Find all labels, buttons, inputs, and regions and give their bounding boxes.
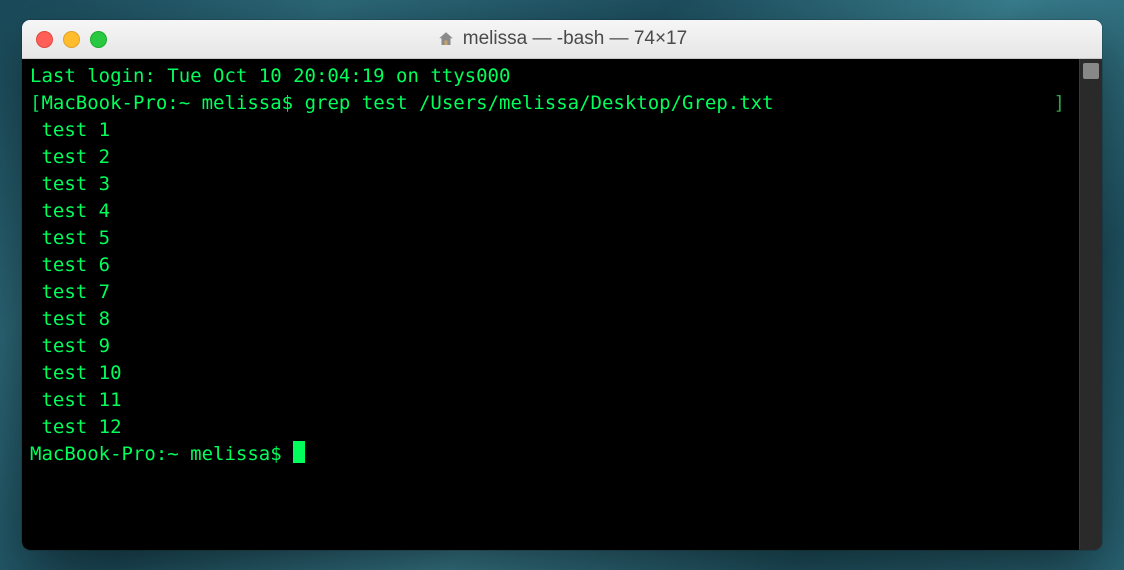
traffic-lights [22,31,107,48]
command-line: [MacBook-Pro:~ melissa$ grep test /Users… [30,90,1071,117]
output-line: test 12 [30,416,122,438]
output-line: test 9 [30,335,110,357]
current-prompt: MacBook-Pro:~ melissa$ [30,443,293,465]
last-login-line: Last login: Tue Oct 10 20:04:19 on ttys0… [30,65,510,87]
scroll-indicator-icon[interactable] [1083,63,1099,79]
output-line: test 1 [30,119,110,141]
output-line: test 10 [30,362,122,384]
prompt-open-bracket: [ [30,92,41,114]
cursor [293,441,305,463]
terminal-window: melissa — -bash — 74×17 Last login: Tue … [22,20,1102,550]
output-line: test 8 [30,308,110,330]
window-title: melissa — -bash — 74×17 [463,28,687,50]
terminal-content[interactable]: Last login: Tue Oct 10 20:04:19 on ttys0… [22,59,1079,550]
output-line: test 2 [30,146,110,168]
prompt-text: MacBook-Pro:~ melissa$ [41,92,304,114]
titlebar[interactable]: melissa — -bash — 74×17 [22,20,1102,59]
output-line: test 6 [30,254,110,276]
window-title-area: melissa — -bash — 74×17 [22,28,1102,50]
terminal-area[interactable]: Last login: Tue Oct 10 20:04:19 on ttys0… [22,59,1102,550]
output-line: test 3 [30,173,110,195]
output-line: test 4 [30,200,110,222]
output-line: test 11 [30,389,122,411]
minimize-button[interactable] [63,31,80,48]
close-button[interactable] [36,31,53,48]
output-line: test 7 [30,281,110,303]
home-icon [437,30,455,48]
entered-command: grep test /Users/melissa/Desktop/Grep.tx… [305,92,774,114]
prompt-close-bracket: ] [1054,90,1065,117]
output-line: test 5 [30,227,110,249]
scrollbar[interactable] [1079,59,1102,550]
maximize-button[interactable] [90,31,107,48]
